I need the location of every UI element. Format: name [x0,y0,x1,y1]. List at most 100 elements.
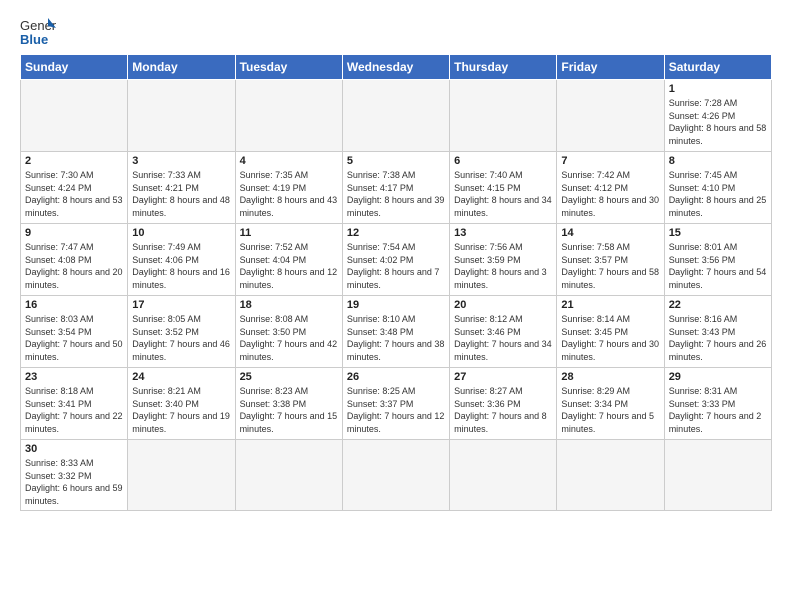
day-number: 8 [669,155,767,167]
calendar-week-row: 2 Sunrise: 7:30 AM Sunset: 4:24 PM Daylig… [21,152,772,224]
day-number: 27 [454,371,552,383]
cell-info: Sunrise: 7:45 AM Sunset: 4:10 PM Dayligh… [669,169,767,219]
cell-info: Sunrise: 8:14 AM Sunset: 3:45 PM Dayligh… [561,313,659,363]
calendar-cell: 5 Sunrise: 7:38 AM Sunset: 4:17 PM Daylig… [342,152,449,224]
generalblue-logo-icon: General Blue [20,16,56,46]
calendar-cell: 20 Sunrise: 8:12 AM Sunset: 3:46 PM Dayli… [450,296,557,368]
cell-info: Sunrise: 8:25 AM Sunset: 3:37 PM Dayligh… [347,385,445,435]
day-number: 30 [25,443,123,455]
calendar-header-tuesday: Tuesday [235,55,342,80]
svg-text:Blue: Blue [20,32,48,46]
page: General Blue SundayMondayTuesdayWednesda… [0,0,792,521]
day-number: 19 [347,299,445,311]
cell-info: Sunrise: 7:33 AM Sunset: 4:21 PM Dayligh… [132,169,230,219]
day-number: 24 [132,371,230,383]
cell-info: Sunrise: 7:38 AM Sunset: 4:17 PM Dayligh… [347,169,445,219]
day-number: 20 [454,299,552,311]
calendar-cell [21,80,128,152]
day-number: 5 [347,155,445,167]
cell-info: Sunrise: 8:08 AM Sunset: 3:50 PM Dayligh… [240,313,338,363]
day-number: 28 [561,371,659,383]
cell-info: Sunrise: 7:42 AM Sunset: 4:12 PM Dayligh… [561,169,659,219]
calendar-cell [557,440,664,511]
cell-info: Sunrise: 8:05 AM Sunset: 3:52 PM Dayligh… [132,313,230,363]
calendar-header-monday: Monday [128,55,235,80]
calendar-cell: 3 Sunrise: 7:33 AM Sunset: 4:21 PM Daylig… [128,152,235,224]
day-number: 9 [25,227,123,239]
calendar-week-row: 30 Sunrise: 8:33 AM Sunset: 3:32 PM Dayli… [21,440,772,511]
calendar-cell: 1Sunrise: 7:28 AM Sunset: 4:26 PM Daylig… [664,80,771,152]
calendar-cell [128,440,235,511]
cell-info: Sunrise: 7:49 AM Sunset: 4:06 PM Dayligh… [132,241,230,291]
day-number: 3 [132,155,230,167]
calendar-table: SundayMondayTuesdayWednesdayThursdayFrid… [20,54,772,511]
calendar-cell [450,440,557,511]
calendar-header-wednesday: Wednesday [342,55,449,80]
day-number: 2 [25,155,123,167]
cell-info: Sunrise: 8:12 AM Sunset: 3:46 PM Dayligh… [454,313,552,363]
day-number: 11 [240,227,338,239]
calendar-cell: 8 Sunrise: 7:45 AM Sunset: 4:10 PM Daylig… [664,152,771,224]
cell-info: Sunrise: 8:27 AM Sunset: 3:36 PM Dayligh… [454,385,552,435]
calendar-header-thursday: Thursday [450,55,557,80]
cell-info: Sunrise: 7:56 AM Sunset: 3:59 PM Dayligh… [454,241,552,291]
calendar-cell: 23Sunrise: 8:18 AM Sunset: 3:41 PM Dayli… [21,368,128,440]
day-number: 15 [669,227,767,239]
calendar-cell: 2 Sunrise: 7:30 AM Sunset: 4:24 PM Daylig… [21,152,128,224]
calendar-cell: 26 Sunrise: 8:25 AM Sunset: 3:37 PM Dayli… [342,368,449,440]
cell-info: Sunrise: 8:31 AM Sunset: 3:33 PM Dayligh… [669,385,767,435]
cell-info: Sunrise: 7:58 AM Sunset: 3:57 PM Dayligh… [561,241,659,291]
day-number: 16 [25,299,123,311]
cell-info: Sunrise: 7:52 AM Sunset: 4:04 PM Dayligh… [240,241,338,291]
day-number: 26 [347,371,445,383]
calendar-cell [235,440,342,511]
calendar-cell: 14Sunrise: 7:58 AM Sunset: 3:57 PM Dayli… [557,224,664,296]
calendar-week-row: 16 Sunrise: 8:03 AM Sunset: 3:54 PM Dayli… [21,296,772,368]
cell-info: Sunrise: 8:01 AM Sunset: 3:56 PM Dayligh… [669,241,767,291]
calendar-cell: 11 Sunrise: 7:52 AM Sunset: 4:04 PM Dayli… [235,224,342,296]
day-number: 18 [240,299,338,311]
calendar-cell: 30 Sunrise: 8:33 AM Sunset: 3:32 PM Dayli… [21,440,128,511]
calendar-cell [342,440,449,511]
cell-info: Sunrise: 8:16 AM Sunset: 3:43 PM Dayligh… [669,313,767,363]
day-number: 21 [561,299,659,311]
calendar-header-friday: Friday [557,55,664,80]
day-number: 13 [454,227,552,239]
cell-info: Sunrise: 8:10 AM Sunset: 3:48 PM Dayligh… [347,313,445,363]
calendar-cell: 4 Sunrise: 7:35 AM Sunset: 4:19 PM Daylig… [235,152,342,224]
calendar-cell: 15 Sunrise: 8:01 AM Sunset: 3:56 PM Dayli… [664,224,771,296]
day-number: 12 [347,227,445,239]
calendar-cell: 16 Sunrise: 8:03 AM Sunset: 3:54 PM Dayli… [21,296,128,368]
cell-info: Sunrise: 7:40 AM Sunset: 4:15 PM Dayligh… [454,169,552,219]
calendar-cell [235,80,342,152]
cell-info: Sunrise: 8:03 AM Sunset: 3:54 PM Dayligh… [25,313,123,363]
header: General Blue [20,16,772,46]
calendar-cell [557,80,664,152]
day-number: 6 [454,155,552,167]
calendar-cell [664,440,771,511]
day-number: 7 [561,155,659,167]
cell-info: Sunrise: 7:54 AM Sunset: 4:02 PM Dayligh… [347,241,445,291]
calendar-cell: 24Sunrise: 8:21 AM Sunset: 3:40 PM Dayli… [128,368,235,440]
day-number: 22 [669,299,767,311]
day-number: 4 [240,155,338,167]
calendar-cell: 9Sunrise: 7:47 AM Sunset: 4:08 PM Daylig… [21,224,128,296]
day-number: 25 [240,371,338,383]
calendar-cell: 27 Sunrise: 8:27 AM Sunset: 3:36 PM Dayli… [450,368,557,440]
cell-info: Sunrise: 7:35 AM Sunset: 4:19 PM Dayligh… [240,169,338,219]
calendar-cell: 22 Sunrise: 8:16 AM Sunset: 3:43 PM Dayli… [664,296,771,368]
calendar-cell: 18 Sunrise: 8:08 AM Sunset: 3:50 PM Dayli… [235,296,342,368]
calendar-cell [128,80,235,152]
calendar-cell: 7 Sunrise: 7:42 AM Sunset: 4:12 PM Daylig… [557,152,664,224]
calendar-week-row: 1Sunrise: 7:28 AM Sunset: 4:26 PM Daylig… [21,80,772,152]
calendar-cell: 6 Sunrise: 7:40 AM Sunset: 4:15 PM Daylig… [450,152,557,224]
calendar-cell [450,80,557,152]
calendar-cell: 21 Sunrise: 8:14 AM Sunset: 3:45 PM Dayli… [557,296,664,368]
calendar-week-row: 9Sunrise: 7:47 AM Sunset: 4:08 PM Daylig… [21,224,772,296]
cell-info: Sunrise: 7:30 AM Sunset: 4:24 PM Dayligh… [25,169,123,219]
day-number: 1 [669,83,767,95]
cell-info: Sunrise: 8:33 AM Sunset: 3:32 PM Dayligh… [25,457,123,507]
calendar-cell: 17Sunrise: 8:05 AM Sunset: 3:52 PM Dayli… [128,296,235,368]
calendar-header-saturday: Saturday [664,55,771,80]
calendar-header-row: SundayMondayTuesdayWednesdayThursdayFrid… [21,55,772,80]
